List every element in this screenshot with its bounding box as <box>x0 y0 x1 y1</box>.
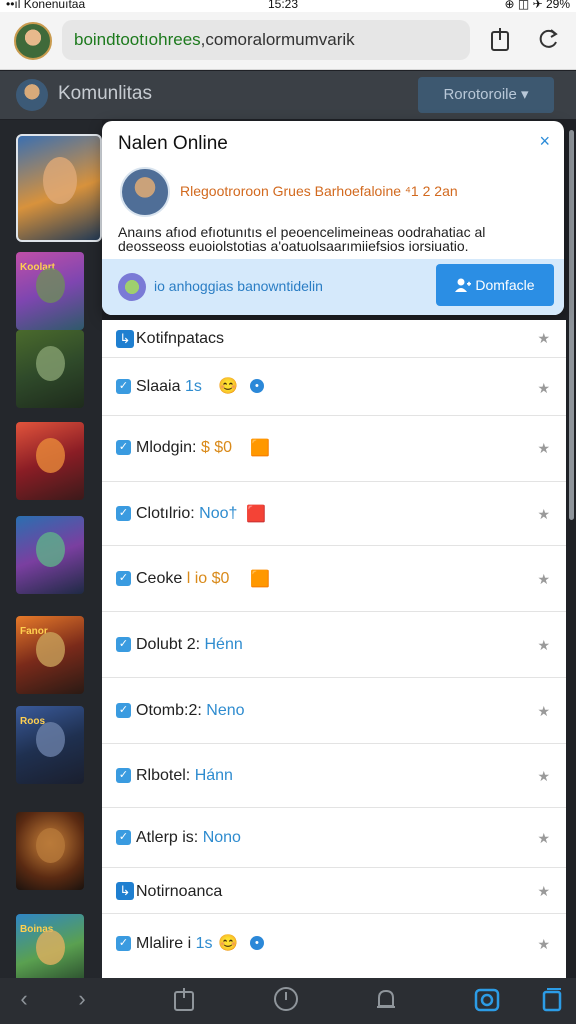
header-dropdown-label: Rorotoroile <box>443 86 517 103</box>
url-domain: boindtootıohrees <box>74 30 201 49</box>
page-title: Komunlitas <box>58 83 152 104</box>
carrier-label: ••ıl Konenuıtaa <box>6 0 86 11</box>
checkbox[interactable]: ✓ <box>116 506 131 521</box>
badge-icon: 🟥 <box>246 506 266 523</box>
star-icon[interactable]: ★ <box>537 506 550 523</box>
thumbnail-column: Koolart Fanor Roos Boinas <box>0 120 102 992</box>
row-label: Kotifnpatacs <box>136 330 225 347</box>
list-item[interactable]: ✓ Clotılrio: Noo† 🟥 ★ <box>102 482 566 546</box>
settings-list: ↳ Kotifnpatacs ★ ✓ Slaaia 1s 😊 • ★ ✓ Mlo… <box>102 320 566 978</box>
checkbox[interactable]: ✓ <box>116 440 131 455</box>
group-icon <box>118 273 146 301</box>
badge: • <box>250 379 264 393</box>
browser-toolbar: boindtootıohrees,comoralormumvarik <box>0 12 576 70</box>
emoji-icon: 😊 <box>218 935 238 952</box>
forward-icon[interactable]: › <box>64 986 100 1016</box>
user-add-icon <box>455 277 475 293</box>
popup-avatar[interactable] <box>120 167 170 217</box>
online-popup: Nalen Online × Rlegootroroon Grues Barho… <box>102 121 564 315</box>
row-label: Ceoke l io $0 <box>136 570 230 587</box>
row-label: Slaaia 1s <box>136 378 202 395</box>
header-dropdown-button[interactable]: Rorotoroile ▾ <box>418 77 554 113</box>
row-label: Mlodgin: $ $0 <box>136 439 233 456</box>
star-icon[interactable]: ★ <box>537 936 550 953</box>
list-item[interactable]: ✓ Slaaia 1s 😊 • ★ <box>102 358 566 416</box>
badge: • <box>250 936 264 950</box>
bottom-toolbar: ‹ › <box>0 978 576 1024</box>
address-bar[interactable]: boindtootıohrees,comoralormumvarik <box>62 20 470 60</box>
back-icon[interactable]: ‹ <box>6 986 42 1016</box>
thumbnail-item[interactable] <box>16 812 84 890</box>
thumbnail-item[interactable]: Koolart <box>16 252 84 330</box>
camera-icon[interactable] <box>470 986 506 1016</box>
checkbox[interactable]: ✓ <box>116 936 131 951</box>
share-icon[interactable] <box>486 26 514 56</box>
emoji-icon: 😊 <box>218 378 238 395</box>
list-item[interactable]: ✓ Mlalire i 1s 😊 • ★ <box>102 914 566 978</box>
page-header: Komunlitas Rorotoroile ▾ <box>0 71 576 119</box>
thumbnail-item[interactable] <box>16 516 84 594</box>
add-friend-label: Domfacle <box>475 277 535 293</box>
list-item[interactable]: ✓ Ceoke l io $0 🟧 ★ <box>102 546 566 612</box>
star-icon[interactable]: ★ <box>537 330 550 347</box>
list-item[interactable]: ✓ Mlodgin: $ $0 🟧 ★ <box>102 416 566 482</box>
row-label: Mlalire i 1s <box>136 935 213 952</box>
list-section-header: ↳ Kotifnpatacs ★ <box>102 320 566 358</box>
list-section-header: ↳ Notirnoanca ★ <box>102 868 566 914</box>
row-label: Otomb:2: Neno <box>136 702 245 719</box>
bookmarks-icon[interactable] <box>166 986 202 1016</box>
star-icon[interactable]: ★ <box>537 637 550 654</box>
star-icon[interactable]: ★ <box>537 703 550 720</box>
url-path: ,comoralormumvarik <box>200 30 355 49</box>
status-bar: ••ıl Konenuıtaa 15:23 ⊕ ◫ ✈ 29% <box>0 0 576 12</box>
star-icon[interactable]: ★ <box>537 768 550 785</box>
row-label: Notirnoanca <box>136 883 223 900</box>
checkbox[interactable]: ✓ <box>116 768 131 783</box>
checkbox[interactable]: ✓ <box>116 830 131 845</box>
chevron-down-icon: ▾ <box>521 86 529 103</box>
star-icon[interactable]: ★ <box>537 830 550 847</box>
checkbox[interactable]: ✓ <box>116 703 131 718</box>
thumbnail-item[interactable]: Fanor <box>16 616 84 694</box>
row-label: Dolubt 2: Hénn <box>136 636 243 653</box>
popup-highlight: Rlegootroroon Grues Barhoefaloine ⁴1 2 2… <box>180 183 458 199</box>
add-friend-button[interactable]: Domfacle <box>436 264 554 306</box>
thumbnail-item[interactable] <box>16 330 84 408</box>
thumbnail-item[interactable] <box>16 134 102 242</box>
checkbox[interactable]: ✓ <box>116 571 131 586</box>
badge-icon: 🟧 <box>250 571 270 588</box>
row-label: Atlerp is: Nono <box>136 829 241 846</box>
list-item[interactable]: ✓ Otomb:2: Neno ★ <box>102 678 566 744</box>
community-avatar[interactable] <box>16 79 48 111</box>
row-label: Rlbotel: Hánn <box>136 767 233 784</box>
popup-title: Nalen Online <box>118 133 228 154</box>
popup-description: Anaıns afıod efıotunıtıs el peoencelimei… <box>118 224 486 254</box>
battery-label: ⊕ ◫ ✈ 29% <box>504 0 570 11</box>
clock: 15:23 <box>268 0 299 11</box>
profile-avatar[interactable] <box>14 22 52 60</box>
thumbnail-item[interactable]: Roos <box>16 706 84 784</box>
list-item[interactable]: ✓ Atlerp is: Nono ★ <box>102 808 566 868</box>
thumbnail-item[interactable] <box>16 422 84 500</box>
close-icon[interactable]: × <box>539 131 550 152</box>
popup-action-strip: io anhoggias banowntidelin Domfacle <box>102 259 564 315</box>
badge-icon: 🟧 <box>250 440 270 457</box>
list-item[interactable]: ✓ Dolubt 2: Hénn ★ <box>102 612 566 678</box>
strip-text: io anhoggias banowntidelin <box>154 278 323 294</box>
star-icon[interactable]: ★ <box>537 380 550 397</box>
list-item[interactable]: ✓ Rlbotel: Hánn ★ <box>102 744 566 808</box>
tabs-icon[interactable] <box>534 986 570 1016</box>
section-icon: ↳ <box>116 330 134 348</box>
section-icon: ↳ <box>116 882 134 900</box>
scrollbar[interactable] <box>569 130 574 520</box>
history-icon[interactable] <box>268 986 304 1016</box>
reload-icon[interactable] <box>534 26 562 56</box>
checkbox[interactable]: ✓ <box>116 379 131 394</box>
star-icon[interactable]: ★ <box>537 571 550 588</box>
notifications-icon[interactable] <box>368 986 404 1016</box>
star-icon[interactable]: ★ <box>537 440 550 457</box>
row-label: Clotılrio: Noo† <box>136 505 238 522</box>
checkbox[interactable]: ✓ <box>116 637 131 652</box>
star-icon[interactable]: ★ <box>537 883 550 900</box>
